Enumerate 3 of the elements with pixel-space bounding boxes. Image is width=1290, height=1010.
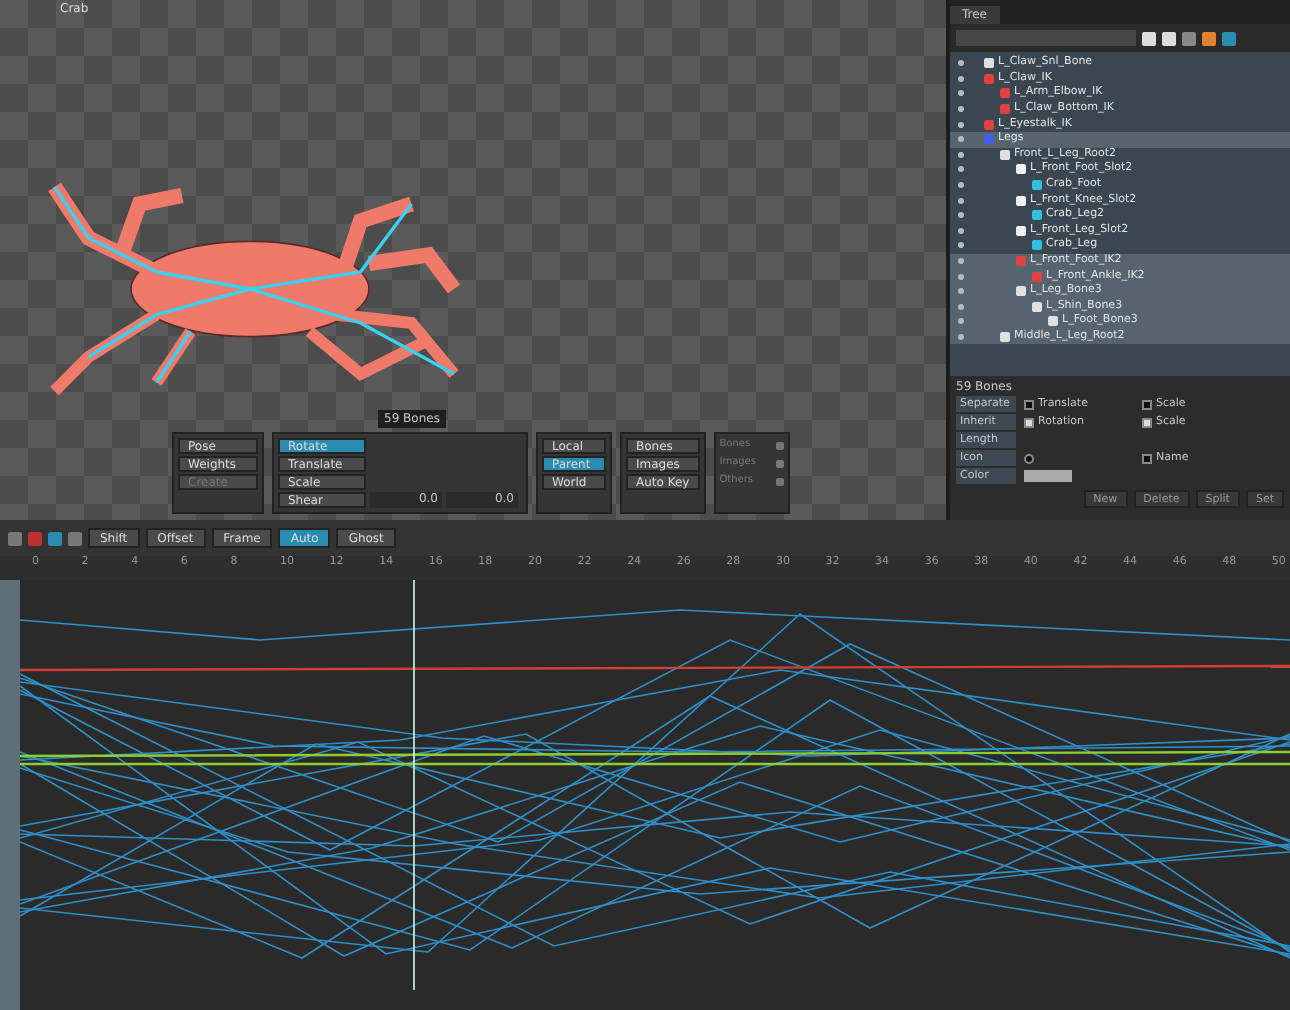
radio-button[interactable] xyxy=(1024,453,1034,463)
search-field[interactable] xyxy=(956,30,1136,46)
color-swatch[interactable] xyxy=(1024,470,1072,482)
